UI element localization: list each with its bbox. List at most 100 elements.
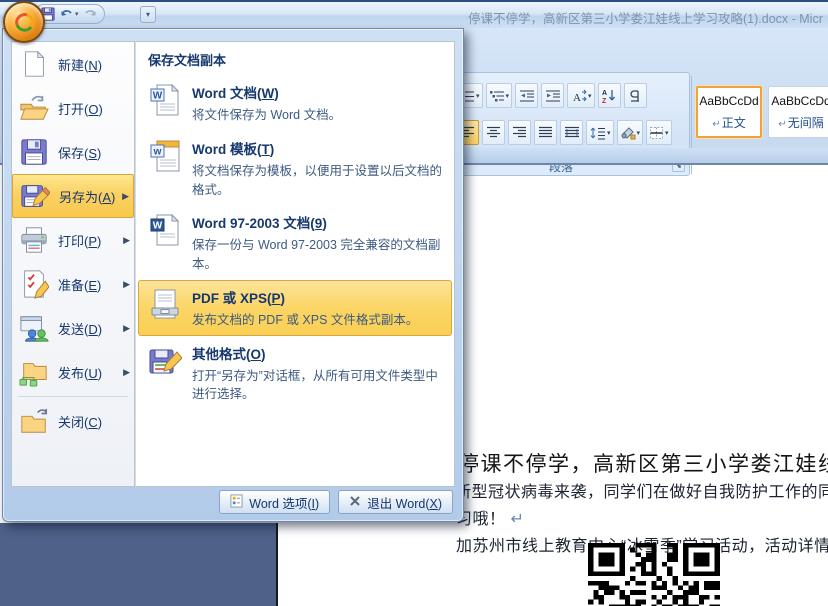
other-formats-icon: [148, 344, 182, 378]
office-logo-icon: [12, 10, 36, 34]
line-spacing-button[interactable]: ▾: [586, 120, 614, 145]
menu-item-label: 另存为(A): [59, 187, 115, 206]
increase-indent-button[interactable]: [541, 83, 564, 108]
style-sample-text: AaBbCcDd: [699, 94, 758, 108]
style-normal[interactable]: AaBbCcDd ↵正文: [696, 86, 762, 138]
menu-item-label: 发布(U): [58, 363, 102, 382]
style-sample-text: AaBbCcDd: [771, 94, 828, 108]
asian-layout-button[interactable]: A▾: [567, 83, 595, 108]
outside-page-background: [0, 523, 278, 606]
office-menu: 新建(N)打开(O)保存(S)另存为(A)▶打印(P)▶准备(E)▶发送(D)▶…: [2, 28, 464, 522]
word-application-window: 停课不停学，高新区第三小学娄江娃线上学 新型冠状病毒来袭，同学们在做好自我防护工…: [0, 0, 828, 606]
submenu-item-word-template[interactable]: wWord 模板(T)将文档保存为模板，以便用于设置以后文档的格式。: [138, 131, 452, 206]
qr-code-image: [588, 543, 720, 606]
menu-item-print[interactable]: 打印(P) ▶: [12, 218, 134, 262]
title-bar: 停课不停学，高新区第三小学娄江娃线上学习攻略(1).docx - Micr ▾ …: [0, 0, 828, 28]
pdf-xps-icon: [148, 288, 182, 322]
submenu-arrow-icon: ▶: [123, 235, 130, 246]
word-options-icon: [230, 494, 243, 511]
menu-item-close[interactable]: 关闭(C): [12, 399, 134, 443]
dropdown-arrow-icon[interactable]: ▾: [637, 129, 641, 137]
open-folder-icon: [19, 93, 49, 123]
dropdown-arrow-icon[interactable]: ▾: [665, 129, 669, 137]
submenu-item-description: 打开“另存为”对话框，从所有可用文件类型中进行选择。: [192, 367, 442, 405]
redo-button[interactable]: [83, 7, 98, 21]
undo-button[interactable]: ▾: [59, 7, 79, 21]
menu-item-label: 打印(P): [58, 231, 101, 250]
office-menu-left-column: 新建(N)打开(O)保存(S)另存为(A)▶打印(P)▶准备(E)▶发送(D)▶…: [11, 41, 135, 487]
window-title: 停课不停学，高新区第三小学娄江娃线上学习攻略(1).docx - Micr: [468, 8, 823, 27]
word-97-icon: W: [148, 213, 182, 247]
word-template-icon: w: [148, 139, 182, 173]
align-center-button[interactable]: [482, 120, 505, 145]
sort-button[interactable]: AZ: [598, 83, 621, 108]
menu-item-label: 打开(O): [58, 99, 103, 118]
svg-text:w: w: [153, 146, 162, 157]
send-icon: [19, 313, 49, 343]
show-marks-button[interactable]: [624, 83, 647, 108]
undo-icon: [59, 7, 74, 21]
submenu-item-description: 将文档保存为模板，以便用于设置以后文档的格式。: [192, 162, 442, 200]
style-name: ↵无间隔: [778, 114, 823, 131]
menu-item-label: 准备(E): [58, 275, 101, 294]
multilevel-list-button[interactable]: ▾: [486, 83, 513, 108]
dropdown-arrow-icon[interactable]: ▾: [476, 92, 480, 100]
print-icon: [19, 225, 49, 255]
office-button[interactable]: [3, 1, 45, 43]
menu-item-label: 发送(D): [58, 319, 102, 338]
dropdown-arrow-icon[interactable]: ▾: [75, 10, 79, 18]
submenu-item-other-formats[interactable]: 其他格式(O)打开“另存为”对话框，从所有可用文件类型中进行选择。: [138, 336, 452, 411]
dropdown-arrow-icon[interactable]: ▾: [588, 92, 592, 100]
menu-item-new[interactable]: 新建(N): [12, 42, 134, 86]
exit-word-button[interactable]: 退出 Word(X): [338, 490, 453, 514]
shading-button[interactable]: ▾: [617, 120, 644, 145]
submenu-header: 保存文档副本: [136, 42, 454, 75]
prepare-icon: [19, 269, 49, 299]
justify-button[interactable]: [534, 120, 557, 145]
svg-text:W: W: [153, 221, 163, 232]
menu-item-label: 保存(S): [58, 143, 101, 162]
submenu-arrow-icon: ▶: [122, 191, 129, 202]
menu-item-save[interactable]: 保存(S): [12, 130, 134, 174]
word-doc-icon: W: [148, 83, 182, 117]
menu-item-save-as[interactable]: 另存为(A) ▶: [12, 174, 134, 218]
submenu-arrow-icon: ▶: [123, 323, 130, 334]
menu-item-send[interactable]: 发送(D) ▶: [12, 306, 134, 350]
exit-x-icon: [349, 495, 361, 510]
submenu-arrow-icon: ▶: [123, 367, 130, 378]
borders-button[interactable]: ▾: [646, 120, 672, 145]
submenu-item-pdf-xps[interactable]: PDF 或 XPS(P)发布文档的 PDF 或 XPS 文件格式副本。: [138, 280, 452, 336]
style-name: ↵正文: [712, 114, 745, 131]
svg-text:A: A: [573, 92, 581, 103]
align-right-button[interactable]: [508, 120, 531, 145]
menu-item-label: 新建(N): [58, 55, 102, 74]
menu-separator: [18, 396, 128, 397]
dropdown-arrow-icon[interactable]: ▾: [607, 129, 611, 137]
document-paragraph: 习哦！ ↵: [456, 505, 524, 529]
publish-icon: [19, 357, 49, 387]
distributed-button[interactable]: [560, 120, 583, 145]
menu-item-label: 关闭(C): [58, 412, 102, 431]
submenu-item-description: 将文件保存为 Word 文档。: [192, 106, 341, 125]
redo-icon: [83, 7, 98, 21]
decrease-indent-button[interactable]: [515, 83, 538, 108]
submenu-item-description: 发布文档的 PDF 或 XPS 文件格式副本。: [192, 311, 418, 330]
paragraph-group-row2: ▾ ▾ ▾: [456, 120, 672, 145]
save-as-icon: [20, 181, 50, 211]
save-as-submenu: 保存文档副本 WWord 文档(W)将文件保存为 Word 文档。wWord 模…: [135, 41, 455, 487]
menu-item-open[interactable]: 打开(O): [12, 86, 134, 130]
office-menu-footer: Word 选项(I) 退出 Word(X): [219, 490, 453, 514]
dropdown-arrow-icon[interactable]: ▾: [506, 92, 510, 100]
svg-text:A: A: [602, 90, 607, 97]
svg-text:W: W: [153, 91, 163, 102]
style-no-spacing[interactable]: AaBbCcDd ↵无间隔: [768, 86, 828, 138]
menu-item-prepare[interactable]: 准备(E)▶: [12, 262, 134, 306]
submenu-item-word-97-2003[interactable]: W Word 97-2003 文档(9) 保存一份与 Word 97-2003 完全…: [138, 205, 452, 280]
submenu-item-title: Word 97-2003 文档(9): [192, 212, 442, 232]
word-options-button[interactable]: Word 选项(I): [219, 490, 330, 514]
paragraph-group-row1: 123▾▾A▾AZ: [456, 83, 647, 108]
menu-item-publish[interactable]: 发布(U) ▶: [12, 350, 134, 394]
submenu-item-word-document[interactable]: WWord 文档(W)将文件保存为 Word 文档。: [138, 75, 452, 131]
submenu-item-description: 保存一份与 Word 97-2003 完全兼容的文档副本。: [192, 236, 442, 274]
customize-qat-button[interactable]: ▾: [140, 6, 156, 23]
